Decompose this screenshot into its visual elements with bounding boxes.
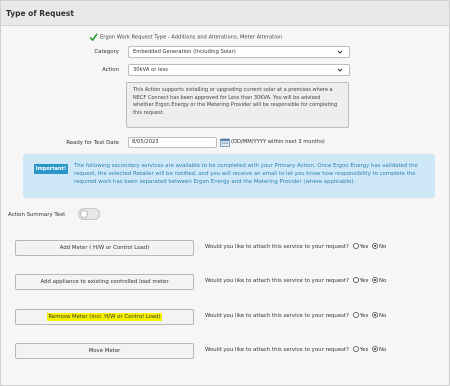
date-format-hint: (DD/MM/YYYY within next 3 months): [231, 139, 325, 145]
category-select[interactable]: Embedded Generation (Including Solar): [128, 46, 350, 58]
no-radio[interactable]: [372, 312, 379, 318]
request-type-text: Ergon Work Request Type - Additions and …: [100, 34, 283, 41]
add-appliance-label: Add appliance to existing controlled loa…: [40, 279, 169, 285]
no-radio[interactable]: [372, 243, 379, 249]
chevron-down-icon: [337, 50, 343, 54]
add-meter-label: Add Meter ( H/W or Control Load): [59, 245, 150, 251]
chevron-down-icon: [337, 68, 343, 72]
action-label: Action: [102, 67, 119, 73]
yes-label: Yes: [359, 244, 369, 250]
question-text: Would you like to attach this service to…: [205, 278, 349, 284]
yes-label: Yes: [359, 347, 369, 353]
no-radio[interactable]: [372, 346, 379, 352]
add-appliance-question: Would you like to attach this service to…: [205, 277, 386, 286]
toggle-knob: [80, 210, 88, 218]
action-summary-label: Action Summary Text: [8, 212, 66, 218]
calendar-icon[interactable]: [220, 138, 230, 147]
no-label: No: [379, 313, 387, 319]
move-meter-button[interactable]: Move Meter: [15, 343, 194, 359]
yes-radio[interactable]: [352, 277, 359, 283]
yes-radio[interactable]: [352, 346, 359, 352]
yes-radio[interactable]: [352, 243, 359, 249]
remove-meter-question: Would you like to attach this service to…: [205, 312, 386, 321]
question-text: Would you like to attach this service to…: [205, 244, 349, 250]
no-label: No: [379, 244, 387, 250]
no-label: No: [379, 347, 387, 353]
move-meter-label: Move Meter: [88, 348, 121, 354]
question-text: Would you like to attach this service to…: [205, 347, 349, 353]
remove-meter-button[interactable]: Remove Meter (incl. H/W or Control Load): [15, 309, 194, 325]
important-badge: Important!: [34, 164, 68, 174]
action-summary-toggle[interactable]: [78, 208, 100, 220]
add-meter-button[interactable]: Add Meter ( H/W or Control Load): [15, 240, 194, 256]
ready-date-label: Ready for Test Date: [66, 140, 119, 146]
no-radio[interactable]: [372, 277, 379, 283]
type-of-request-panel: Type of Request Ergon Work Request Type …: [0, 0, 450, 386]
panel-title: Type of Request: [1, 1, 449, 26]
important-notice: Important! The following secondary servi…: [23, 154, 435, 198]
move-meter-question: Would you like to attach this service to…: [205, 346, 386, 355]
yes-label: Yes: [359, 278, 369, 284]
checkmark-icon: [89, 33, 98, 41]
add-meter-question: Would you like to attach this service to…: [205, 243, 386, 252]
remove-meter-label: Remove Meter (incl. H/W or Control Load): [47, 313, 162, 321]
category-label: Category: [94, 49, 119, 55]
add-appliance-button[interactable]: Add appliance to existing controlled loa…: [15, 274, 194, 290]
ready-date-input[interactable]: 8/05/2023: [128, 137, 217, 148]
yes-radio[interactable]: [352, 312, 359, 318]
request-type-row: Ergon Work Request Type - Additions and …: [89, 33, 282, 42]
no-label: No: [379, 278, 387, 284]
question-text: Would you like to attach this service to…: [205, 313, 349, 319]
important-text: The following secondary services are ava…: [74, 163, 418, 185]
action-value: 30kVA or less: [133, 67, 169, 73]
category-value: Embedded Generation (Including Solar): [133, 49, 236, 55]
action-select[interactable]: 30kVA or less: [128, 64, 350, 76]
yes-label: Yes: [359, 313, 369, 319]
action-info-box: This Action supports installing or upgra…: [126, 82, 349, 128]
